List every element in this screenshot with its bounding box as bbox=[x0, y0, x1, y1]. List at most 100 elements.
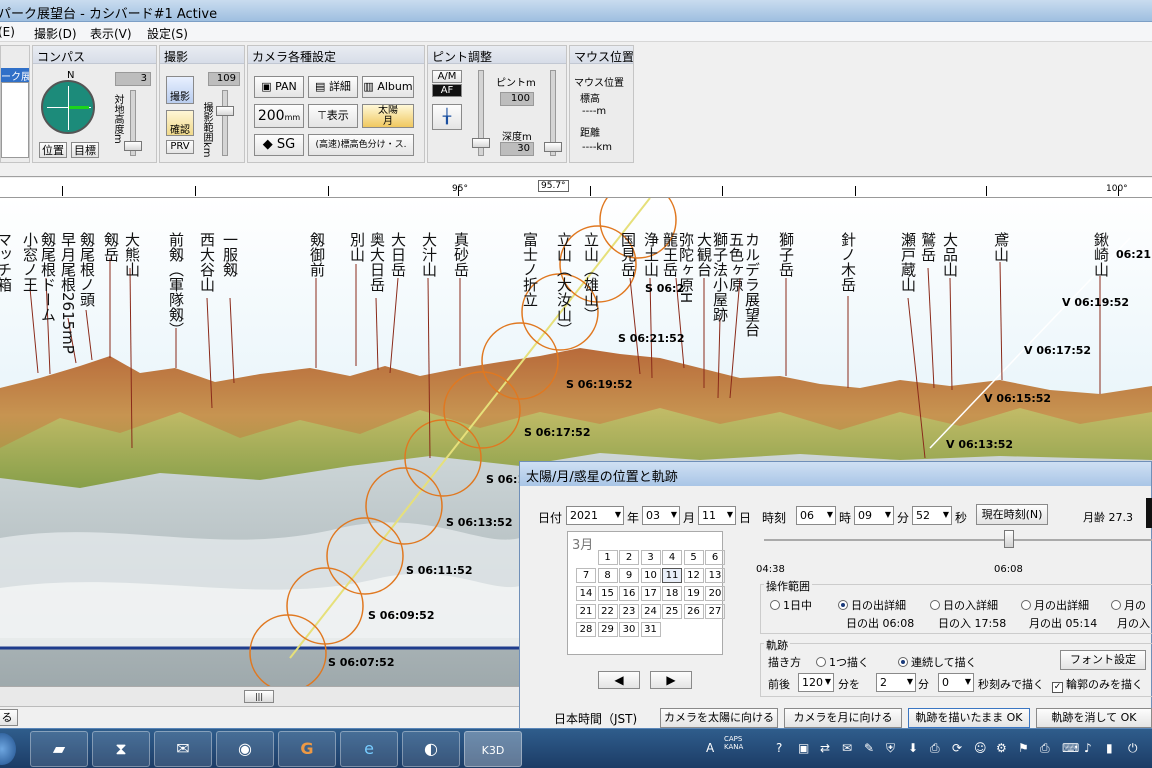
outline-only-checkbox[interactable]: ✓ 輪郭のみを描く bbox=[1052, 676, 1143, 693]
calendar-day[interactable]: 24 bbox=[640, 604, 661, 619]
calendar-day[interactable]: 3 bbox=[640, 550, 661, 565]
range-allday-radio[interactable]: 1日中 bbox=[770, 597, 812, 613]
height-value[interactable]: 3 bbox=[115, 72, 151, 86]
calendar-day[interactable]: 13 bbox=[705, 568, 725, 583]
minute-select[interactable]: 09 bbox=[854, 506, 894, 525]
range-minutes-spinner[interactable]: 120 bbox=[798, 673, 834, 692]
tool-icon[interactable]: ⚙ bbox=[996, 741, 1007, 755]
calendar-day[interactable]: 2 bbox=[619, 550, 639, 565]
power-icon[interactable]: ⏻ bbox=[1128, 741, 1138, 756]
calendar-day[interactable]: 14 bbox=[576, 586, 596, 601]
peak-label[interactable]: 奥大日岳 bbox=[368, 232, 386, 292]
calendar-day[interactable]: 12 bbox=[683, 568, 704, 583]
draw-continuous-radio[interactable]: 連続して描く bbox=[898, 654, 977, 670]
autofocus-button[interactable]: AF bbox=[432, 84, 462, 97]
calendar-day[interactable]: 30 bbox=[619, 622, 639, 637]
calendar-day[interactable]: 17 bbox=[640, 586, 661, 601]
range-value[interactable]: 109 bbox=[208, 72, 240, 86]
prev-month-button[interactable]: ◀ bbox=[598, 671, 640, 689]
help-icon[interactable]: ? bbox=[776, 741, 782, 755]
calendar-day[interactable]: 22 bbox=[597, 604, 618, 619]
calendar-day[interactable]: 28 bbox=[576, 622, 596, 637]
depth-value[interactable]: 30 bbox=[500, 142, 534, 156]
calendar-day[interactable]: 6 bbox=[705, 550, 725, 565]
peak-label[interactable]: 獅子法小屋跡 bbox=[711, 232, 729, 322]
peak-label[interactable]: 小窓ノ王 bbox=[21, 232, 39, 292]
pdf-icon[interactable]: ⎙ bbox=[930, 741, 940, 756]
flag-icon[interactable]: ⚑ bbox=[1018, 741, 1029, 755]
hour-select[interactable]: 06 bbox=[796, 506, 836, 525]
peak-label[interactable]: 剱尾根ノ頭 bbox=[78, 232, 96, 307]
calendar-day[interactable]: 1 bbox=[597, 550, 618, 565]
peak-label[interactable]: 富士ノ折立 bbox=[521, 232, 539, 307]
day-select[interactable]: 11 bbox=[698, 506, 736, 525]
time-slider[interactable] bbox=[764, 539, 1152, 541]
calendar-day[interactable]: 21 bbox=[576, 604, 596, 619]
peak-label[interactable]: 剱尾根ドーム bbox=[39, 232, 57, 322]
people-icon[interactable]: ☺ bbox=[974, 741, 987, 755]
next-month-button[interactable]: ▶ bbox=[650, 671, 692, 689]
device-icon[interactable]: ⌨ bbox=[1062, 741, 1079, 755]
peak-label[interactable]: 龍王岳 bbox=[661, 232, 679, 277]
download-icon[interactable]: ⬇ bbox=[908, 741, 918, 755]
peak-label[interactable]: 国見岳 bbox=[619, 232, 637, 277]
monitor-icon[interactable]: ▣ bbox=[798, 741, 809, 755]
clear-track-ok-button[interactable]: 軌跡を消して OK bbox=[1036, 708, 1152, 728]
draw-single-radio[interactable]: 1つ描く bbox=[816, 654, 869, 670]
depth-slider-thumb[interactable] bbox=[544, 142, 562, 152]
calendar-day[interactable]: 11 bbox=[662, 568, 682, 583]
auto-manual-button[interactable]: A/M bbox=[432, 70, 462, 83]
battery-icon[interactable]: ▮ bbox=[1106, 741, 1113, 755]
focus-slider-thumb[interactable] bbox=[472, 138, 490, 148]
calendar-day[interactable]: 25 bbox=[662, 604, 682, 619]
peak-label[interactable]: 真砂岳 bbox=[452, 232, 470, 277]
position-button[interactable]: 位置 bbox=[39, 142, 67, 158]
peak-label[interactable]: 別山 bbox=[348, 232, 366, 262]
range-moonset-radio[interactable]: 月の bbox=[1111, 597, 1146, 613]
time-slider-thumb[interactable] bbox=[1004, 530, 1014, 548]
calendar-day[interactable]: 9 bbox=[619, 568, 639, 583]
start-button[interactable] bbox=[0, 733, 16, 765]
peak-label[interactable]: 大観台 bbox=[695, 232, 713, 277]
peak-label[interactable]: 瀬戸蔵山 bbox=[899, 232, 917, 292]
shoot-button[interactable]: 撮影 bbox=[166, 76, 194, 104]
taskbar-k3d[interactable]: K3D bbox=[464, 731, 522, 767]
calendar-day[interactable]: 5 bbox=[683, 550, 704, 565]
calendar-day[interactable]: 10 bbox=[640, 568, 661, 583]
point-camera-sun-button[interactable]: カメラを太陽に向ける bbox=[660, 708, 778, 728]
menu-edit[interactable]: (E) bbox=[0, 25, 15, 39]
peak-label[interactable]: 西大谷山 bbox=[198, 232, 216, 292]
peak-label[interactable]: マッチ箱 bbox=[0, 232, 13, 292]
menu-view[interactable]: 表示(V) bbox=[90, 25, 132, 42]
network-icon[interactable]: ⇄ bbox=[820, 741, 830, 755]
point-camera-moon-button[interactable]: カメラを月に向ける bbox=[784, 708, 902, 728]
peak-label[interactable]: 獅子岳 bbox=[777, 232, 795, 277]
horizontal-scrollbar[interactable]: ||| bbox=[0, 686, 520, 706]
target-button[interactable]: 目標 bbox=[71, 142, 99, 158]
show-button[interactable]: ⊤表示 bbox=[308, 104, 358, 128]
range-slider-thumb[interactable] bbox=[216, 106, 234, 116]
peak-label[interactable]: 鷲岳 bbox=[919, 232, 937, 262]
scrollbar-thumb[interactable]: ||| bbox=[244, 690, 274, 703]
peak-label[interactable]: 大日岳 bbox=[389, 232, 407, 277]
calendar-day[interactable]: 7 bbox=[576, 568, 596, 583]
peak-label[interactable]: 前剱（軍隊剱） bbox=[167, 232, 185, 337]
calendar-day[interactable]: 20 bbox=[705, 586, 725, 601]
adobe-icon[interactable]: A bbox=[706, 741, 714, 755]
current-time-button[interactable]: 現在時刻(N) bbox=[976, 504, 1048, 525]
font-settings-button[interactable]: フォント設定 bbox=[1060, 650, 1146, 670]
confirm-button[interactable]: 確認 bbox=[166, 110, 194, 136]
step-minutes-spinner[interactable]: 2 bbox=[876, 673, 916, 692]
taskbar-app-2[interactable]: ✉ bbox=[154, 731, 212, 767]
second-select[interactable]: 52 bbox=[912, 506, 952, 525]
taskbar-explorer[interactable]: ▰ bbox=[30, 731, 88, 767]
keep-track-ok-button[interactable]: 軌跡を描いたまま OK bbox=[908, 708, 1030, 728]
calendar-day[interactable]: 19 bbox=[683, 586, 704, 601]
calendar-day[interactable]: 29 bbox=[597, 622, 618, 637]
peak-label[interactable]: 立山（大汝山） bbox=[555, 232, 573, 337]
taskbar-app-3[interactable]: ◐ bbox=[402, 731, 460, 767]
sg-button[interactable]: ◆ SG bbox=[254, 134, 304, 156]
focus-target-button[interactable]: ╁ bbox=[432, 104, 462, 130]
calendar-day[interactable]: 23 bbox=[619, 604, 639, 619]
detail-button[interactable]: ▤ 詳細 bbox=[308, 76, 358, 98]
